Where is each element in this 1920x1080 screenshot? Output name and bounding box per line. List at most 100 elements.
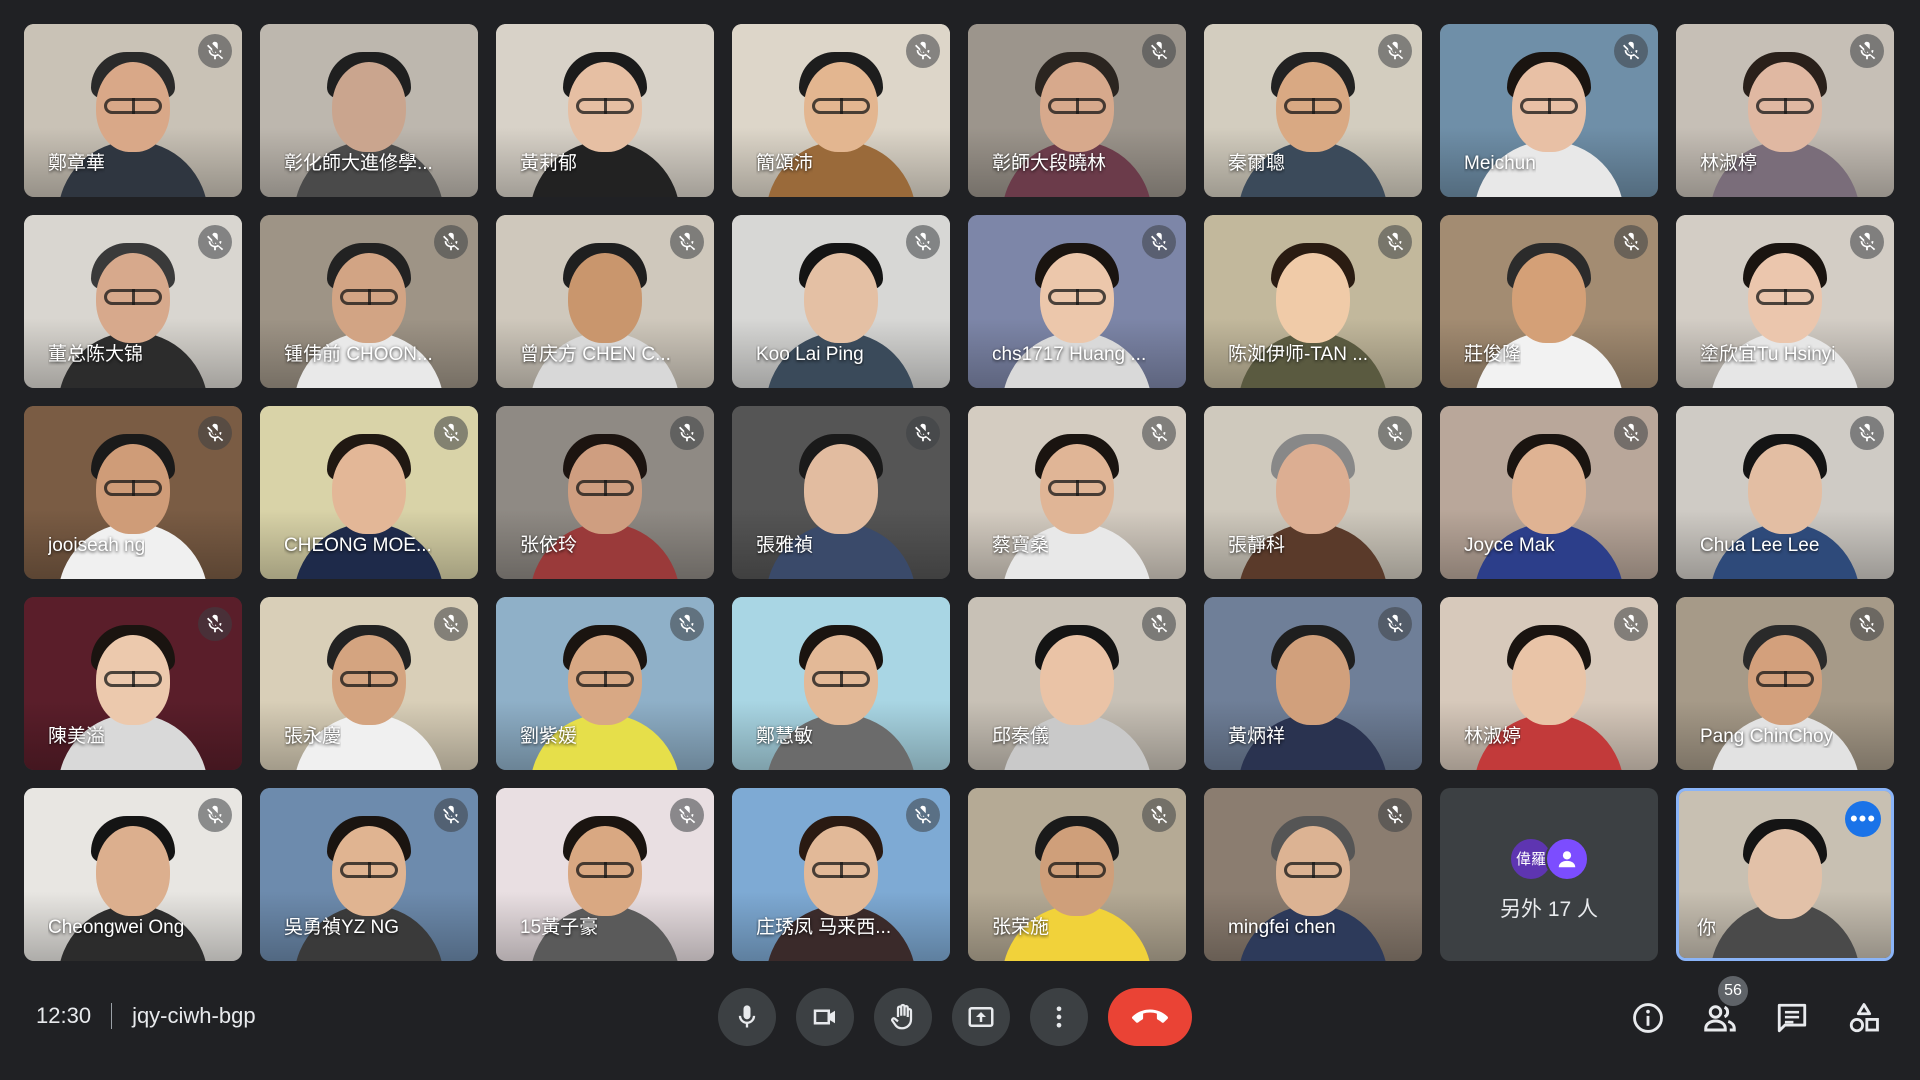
participant-tile[interactable]: 鄭章華 xyxy=(24,24,242,197)
participant-tile[interactable]: 张依玲 xyxy=(496,406,714,579)
participant-tile[interactable]: Meichun xyxy=(1440,24,1658,197)
participant-name: 張雅禎 xyxy=(756,535,814,556)
participant-name: jooiseah ng xyxy=(48,535,146,556)
more-vert-icon xyxy=(1056,1006,1062,1028)
self-view-tile[interactable]: ••• 你 xyxy=(1676,788,1894,961)
participant-tile[interactable]: 鄭慧敏 xyxy=(732,597,950,770)
participant-tile[interactable]: 莊俊隆 xyxy=(1440,215,1658,388)
participant-tile[interactable]: 彰師大段曉林 xyxy=(968,24,1186,197)
mic-off-icon xyxy=(670,416,704,450)
mic-off-icon xyxy=(1142,607,1176,641)
bottom-toolbar: 12:30 jqy-ciwh-bgp 56 xyxy=(0,960,1920,1080)
mic-off-icon xyxy=(434,416,468,450)
mic-off-icon xyxy=(198,416,232,450)
participant-tile[interactable]: 張雅禎 xyxy=(732,406,950,579)
participant-tile[interactable]: 彰化師大進修學... xyxy=(260,24,478,197)
mic-off-icon xyxy=(198,607,232,641)
mic-off-icon xyxy=(434,225,468,259)
participant-name: chs1717 Huang ... xyxy=(992,344,1147,365)
mic-off-icon xyxy=(906,225,940,259)
participant-tile[interactable]: 陳美溢 xyxy=(24,597,242,770)
participant-tile[interactable]: Joyce Mak xyxy=(1440,406,1658,579)
mic-off-icon xyxy=(1378,607,1412,641)
participant-tile[interactable]: 秦爾聰 xyxy=(1204,24,1422,197)
microphone-icon xyxy=(738,1005,756,1028)
participant-name: Chua Lee Lee xyxy=(1700,535,1820,556)
mic-off-icon xyxy=(1614,607,1648,641)
more-options-button[interactable] xyxy=(1030,988,1088,1046)
participant-tile[interactable]: jooiseah ng xyxy=(24,406,242,579)
participant-tile[interactable]: 林淑婷 xyxy=(1440,597,1658,770)
participant-tile[interactable]: Chua Lee Lee xyxy=(1676,406,1894,579)
participant-tile[interactable]: Koo Lai Ping xyxy=(732,215,950,388)
other-participants-tile[interactable]: 偉羅 另外 17 人 xyxy=(1440,788,1658,961)
participant-tile[interactable]: Cheongwei Ong xyxy=(24,788,242,961)
mic-off-icon xyxy=(1142,34,1176,68)
participant-tile[interactable]: 吳勇禎YZ NG xyxy=(260,788,478,961)
meeting-time: 12:30 xyxy=(36,1003,92,1028)
present-screen-button[interactable] xyxy=(952,988,1010,1046)
chat-button[interactable] xyxy=(1768,994,1816,1042)
mic-off-icon xyxy=(1850,416,1884,450)
participant-tile[interactable]: 張永慶 xyxy=(260,597,478,770)
mic-off-icon xyxy=(1614,416,1648,450)
info-icon xyxy=(1633,1003,1663,1033)
participant-name: 秦爾聰 xyxy=(1228,153,1286,174)
participant-name: 曾庆方 CHEN C... xyxy=(520,344,671,365)
activities-button[interactable] xyxy=(1840,994,1888,1042)
self-more-options-icon[interactable]: ••• xyxy=(1845,801,1881,837)
participant-tile[interactable]: 劉紫媛 xyxy=(496,597,714,770)
participant-tile[interactable]: 蔡寶桑 xyxy=(968,406,1186,579)
participant-name: 陈洳伊师-TAN ... xyxy=(1228,344,1369,365)
participant-tile[interactable]: 陈洳伊师-TAN ... xyxy=(1204,215,1422,388)
participant-tile[interactable]: Pang ChinChoy xyxy=(1676,597,1894,770)
participant-name: 锺伟前 CHOON... xyxy=(284,344,433,365)
participant-tile[interactable]: 簡頌沛 xyxy=(732,24,950,197)
camera-button[interactable] xyxy=(796,988,854,1046)
camera-icon xyxy=(813,1009,835,1025)
mic-off-icon xyxy=(434,798,468,832)
participant-name: 張永慶 xyxy=(284,726,342,747)
people-button[interactable]: 56 xyxy=(1696,976,1748,1042)
participant-name: 張靜科 xyxy=(1228,535,1286,556)
meeting-details-button[interactable] xyxy=(1624,994,1672,1042)
participant-name: 簡頌沛 xyxy=(756,153,814,174)
hang-up-icon xyxy=(1132,1009,1168,1023)
participant-tile[interactable]: 庄琇凤 马来西... xyxy=(732,788,950,961)
participant-tile[interactable]: 曾庆方 CHEN C... xyxy=(496,215,714,388)
participant-name: CHEONG MOE... xyxy=(284,535,432,556)
participant-tile[interactable]: 张荣施 xyxy=(968,788,1186,961)
microphone-button[interactable] xyxy=(718,988,776,1046)
leave-call-button[interactable] xyxy=(1108,988,1192,1046)
participant-name: 鄭章華 xyxy=(48,153,106,174)
avatar-stack: 偉羅 xyxy=(1509,836,1589,881)
mic-off-icon xyxy=(1850,607,1884,641)
participant-tile[interactable]: 塗欣宜Tu Hsinyi xyxy=(1676,215,1894,388)
raise-hand-button[interactable] xyxy=(874,988,932,1046)
participant-name: 林淑婷 xyxy=(1464,726,1522,747)
participant-tile[interactable]: 黃莉郁 xyxy=(496,24,714,197)
hand-icon xyxy=(891,1003,913,1030)
participant-tile[interactable]: 董总陈大锦 xyxy=(24,215,242,388)
mic-off-icon xyxy=(198,225,232,259)
participant-tile[interactable]: 邱秦儀 xyxy=(968,597,1186,770)
participant-tile[interactable]: mingfei chen xyxy=(1204,788,1422,961)
mic-off-icon xyxy=(1142,416,1176,450)
mic-off-icon xyxy=(198,798,232,832)
participant-tile[interactable]: 張靜科 xyxy=(1204,406,1422,579)
mic-off-icon xyxy=(1614,225,1648,259)
participant-tile[interactable]: 锺伟前 CHOON... xyxy=(260,215,478,388)
participant-tile[interactable]: chs1717 Huang ... xyxy=(968,215,1186,388)
participant-tile[interactable]: 黃炳祥 xyxy=(1204,597,1422,770)
participant-name: mingfei chen xyxy=(1228,917,1336,938)
participant-tile[interactable]: CHEONG MOE... xyxy=(260,406,478,579)
participant-name: Joyce Mak xyxy=(1464,535,1555,556)
participant-tile[interactable]: 林淑楟 xyxy=(1676,24,1894,197)
mic-off-icon xyxy=(1378,225,1412,259)
participant-name: 黃莉郁 xyxy=(520,153,578,174)
participant-name: 彰化師大進修學... xyxy=(284,153,433,174)
meeting-code[interactable]: jqy-ciwh-bgp xyxy=(132,1003,256,1029)
participant-tile[interactable]: 15黃子豪 xyxy=(496,788,714,961)
participant-name: 塗欣宜Tu Hsinyi xyxy=(1700,344,1836,365)
mic-off-icon xyxy=(906,34,940,68)
